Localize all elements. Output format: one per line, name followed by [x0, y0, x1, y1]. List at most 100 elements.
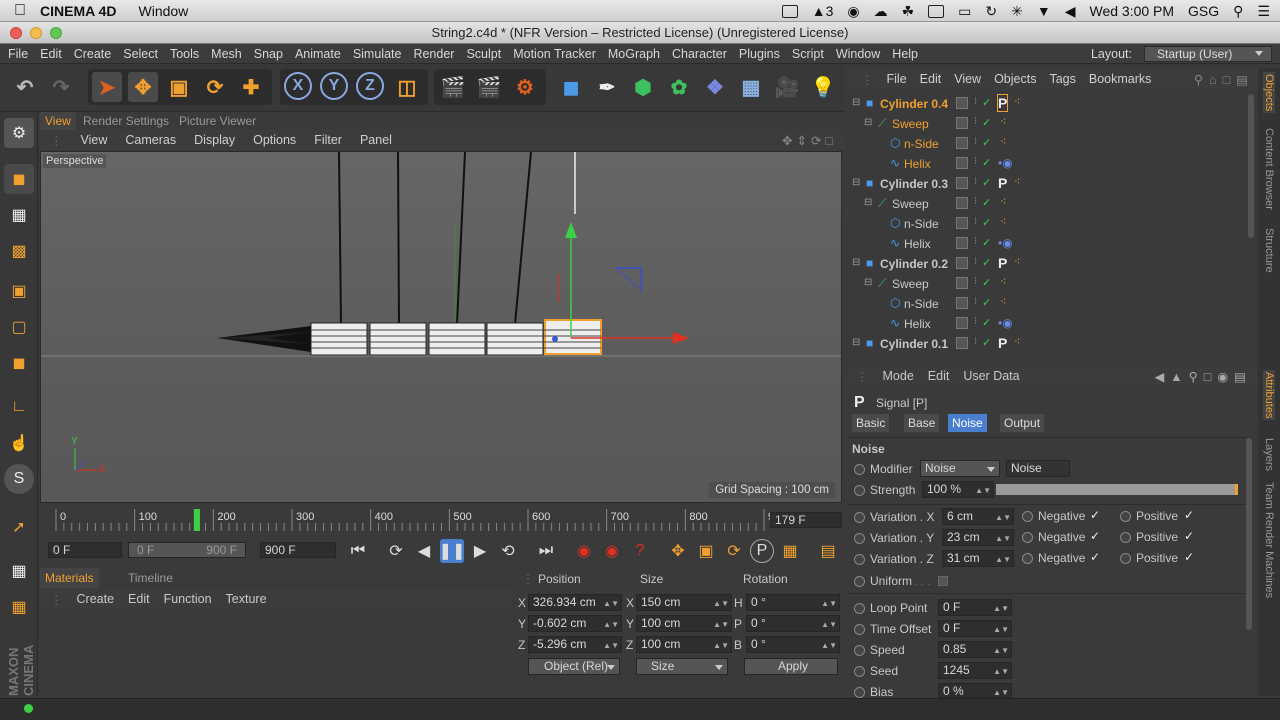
menu-render[interactable]: Render [413, 47, 454, 61]
object-name[interactable]: Sweep [892, 116, 929, 132]
visibility-dots-icon[interactable]: ⁝ [974, 316, 977, 327]
expand-icon[interactable]: ⊟ [864, 117, 872, 128]
param-anim-radio[interactable] [854, 645, 865, 656]
visibility-dots-icon[interactable]: ⁝ [974, 96, 977, 107]
drag-handle-icon[interactable]: ⋮ [861, 72, 874, 87]
visibility-dots-icon[interactable]: ⁝ [974, 136, 977, 147]
helix-tag-icon[interactable]: •◉ [998, 236, 1013, 250]
end-frame-field[interactable]: 900 F [260, 542, 336, 558]
record-active-icon[interactable]: ◉ [572, 539, 596, 563]
previous-key-icon[interactable]: ⟳ [384, 539, 408, 563]
variation-field[interactable]: 23 cm ▲▼ [942, 529, 1014, 546]
layer-swatch[interactable] [956, 237, 968, 249]
helix-tag-icon[interactable]: •◉ [998, 156, 1013, 170]
size-field[interactable]: 100 cm ▲▼ [636, 636, 732, 653]
enable-check-icon[interactable]: ✓ [982, 316, 991, 329]
material-tag-icon[interactable]: ⁖ [1014, 95, 1020, 108]
param-anim-radio[interactable] [854, 666, 865, 677]
floor-icon[interactable]: ▦ [736, 72, 766, 102]
viewport-nav-icons[interactable]: ✥⇕⟳□ [782, 133, 837, 148]
expand-icon[interactable]: ⊟ [852, 97, 860, 108]
time-machine-icon[interactable]: ↻ [985, 3, 997, 20]
enable-check-icon[interactable]: ✓ [982, 96, 991, 109]
object-row[interactable]: ⊟ ■ Cylinder 0.3 ⁝ ✓ P ⁖ [848, 174, 1244, 194]
variation-field[interactable]: 31 cm ▲▼ [942, 550, 1014, 567]
object-name[interactable]: Helix [904, 156, 931, 172]
next-frame-icon[interactable]: ▶ [468, 539, 492, 563]
menu-snap[interactable]: Snap [254, 47, 283, 61]
vp-menu-filter[interactable]: Filter [314, 133, 342, 147]
key-rotation-icon[interactable]: ⟳ [722, 539, 746, 563]
signal-tag-icon[interactable]: P [996, 94, 1009, 112]
layer-swatch[interactable] [956, 177, 968, 189]
material-tag-icon[interactable]: ⁖ [1014, 335, 1020, 348]
menu-sculpt[interactable]: Sculpt [466, 47, 501, 61]
position-field[interactable]: -0.602 cm ▲▼ [528, 615, 622, 632]
param-anim-radio[interactable] [854, 687, 865, 698]
om-menu-bookmarks[interactable]: Bookmarks [1089, 72, 1152, 86]
uniform-checkbox[interactable] [938, 576, 948, 586]
tab-materials[interactable]: Materials [40, 568, 99, 588]
vp-menu-options[interactable]: Options [253, 133, 296, 147]
cloner-icon[interactable]: ✿ [664, 72, 694, 102]
uniform-anim-radio[interactable] [854, 576, 865, 587]
object-name[interactable]: Cylinder 0.1 [880, 336, 948, 352]
material-tag-icon[interactable]: ⁖ [1000, 195, 1006, 208]
menu-edit[interactable]: Edit [40, 47, 62, 61]
material-tag-icon[interactable]: ⁖ [1014, 255, 1020, 268]
camera-icon[interactable]: 🎥 [772, 72, 802, 102]
vp-menu-display[interactable]: Display [194, 133, 235, 147]
mat-menu-texture[interactable]: Texture [226, 592, 267, 606]
menu-mesh[interactable]: Mesh [211, 47, 242, 61]
record-icon[interactable]: ◉ [847, 3, 859, 20]
close-window-button[interactable] [10, 27, 22, 39]
vp-menu-cameras[interactable]: Cameras [125, 133, 176, 147]
side-tab-attributes[interactable]: Attributes [1263, 370, 1275, 421]
model-mode-icon[interactable]: ◼ [4, 164, 34, 194]
param-field[interactable]: 0.85 ▲▼ [938, 641, 1012, 658]
menu-script[interactable]: Script [792, 47, 824, 61]
layout-dropdown[interactable]: Startup (User) [1144, 46, 1272, 62]
enable-check-icon[interactable]: ✓ [982, 216, 991, 229]
enable-check-icon[interactable]: ✓ [982, 256, 991, 269]
positive-check-icon[interactable]: ✓ [1184, 529, 1194, 543]
tab-picture-viewer[interactable]: Picture Viewer [174, 112, 261, 130]
layer-swatch[interactable] [956, 97, 968, 109]
variation-anim-radio[interactable] [854, 512, 865, 523]
helix-tag-icon[interactable]: •◉ [998, 316, 1013, 330]
positive-check-icon[interactable]: ✓ [1184, 508, 1194, 522]
axis-mode-icon[interactable]: ∟ [4, 392, 34, 422]
key-position-icon[interactable]: ✥ [666, 539, 690, 563]
material-tag-icon[interactable]: ⁖ [1000, 135, 1006, 148]
rotate-icon[interactable]: ⟳ [200, 72, 230, 102]
param-anim-radio[interactable] [854, 603, 865, 614]
object-row[interactable]: ⊟ ■ Cylinder 0.4 ⁝ ✓ P ⁖ [848, 94, 1244, 114]
snap-icon[interactable]: S [4, 464, 34, 494]
pause-icon[interactable]: ❚❚ [439, 539, 465, 563]
visibility-dots-icon[interactable]: ⁝ [974, 236, 977, 247]
variation-field[interactable]: 6 cm ▲▼ [942, 508, 1014, 525]
variation-anim-radio[interactable] [854, 533, 865, 544]
go-to-start-icon[interactable]: ⏮ [346, 539, 370, 563]
undo-icon[interactable]: ↶ [10, 72, 40, 102]
mac-menu-window[interactable]: Window [139, 3, 189, 19]
camera-status-icon[interactable] [781, 4, 798, 18]
layer-swatch[interactable] [956, 217, 968, 229]
material-tag-icon[interactable]: ⁖ [1000, 295, 1006, 308]
object-name[interactable]: Cylinder 0.3 [880, 176, 948, 192]
preview-range-slider[interactable]: 0 F 900 F [128, 542, 246, 558]
key-parameter-icon[interactable]: P [750, 539, 774, 563]
enable-check-icon[interactable]: ✓ [982, 336, 991, 349]
rotation-field[interactable]: 0 ° ▲▼ [746, 636, 840, 653]
visibility-dots-icon[interactable]: ⁝ [974, 156, 977, 167]
viewport-3d[interactable]: Perspective Y X Grid Spacing: 100 cm [40, 151, 842, 503]
enable-check-icon[interactable]: ✓ [982, 276, 991, 289]
layer-swatch[interactable] [956, 197, 968, 209]
drag-handle-icon[interactable]: ⋮ [522, 572, 534, 586]
enable-check-icon[interactable]: ✓ [982, 296, 991, 309]
make-editable-icon[interactable]: ⚙ [4, 118, 34, 148]
key-scale-icon[interactable]: ▣ [694, 539, 718, 563]
mat-menu-create[interactable]: Create [77, 592, 115, 606]
menu-plugins[interactable]: Plugins [739, 47, 780, 61]
drag-handle-icon[interactable]: ⋮ [856, 369, 869, 384]
